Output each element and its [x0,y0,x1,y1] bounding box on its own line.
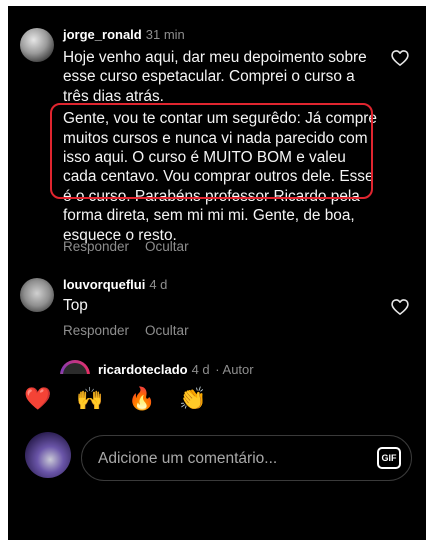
reply-button[interactable]: Responder [63,323,129,338]
comment-paragraph: Top [63,297,88,314]
crying-face-icon[interactable]: 😢 [230,386,258,414]
username[interactable]: jorge_ronald [63,27,142,42]
hide-button[interactable]: Ocultar [145,239,189,254]
username[interactable]: louvorqueflui [63,277,145,292]
comment-header: jorge_ronald 31 min [63,27,185,43]
timestamp: 31 min [145,27,185,42]
comment-text: Top [63,296,379,315]
emoji-reaction-bar: ❤️ 🙌 🔥 👏 😢 😍 😮 😂 [8,374,426,424]
heart-eyes-icon[interactable]: 😍 [282,386,310,414]
raising-hands-icon[interactable]: 🙌 [76,386,104,414]
comment-composer: GIF [8,424,426,540]
comment-input[interactable] [96,444,360,474]
comment-actions: Responder Ocultar [63,239,205,254]
timestamp: 4 d [149,277,168,292]
gif-button[interactable]: GIF [377,447,401,469]
avatar[interactable] [20,278,54,312]
comment-paragraph: Hoje venho aqui, dar meu depoimento sobr… [63,49,367,105]
red-heart-icon[interactable]: ❤️ [24,386,52,414]
laughing-face-icon[interactable]: 😂 [385,386,413,414]
like-heart-icon[interactable] [390,297,410,317]
comments-screen: jorge_ronald 31 min Hoje venho aqui, dar … [8,6,426,540]
reply-button[interactable]: Responder [63,239,129,254]
fire-icon[interactable]: 🔥 [128,386,156,414]
highlight-box [50,103,373,199]
current-user-avatar [25,432,71,478]
surprised-face-icon[interactable]: 😮 [333,386,361,414]
hide-button[interactable]: Ocultar [145,323,189,338]
avatar[interactable] [20,28,54,62]
like-heart-icon[interactable] [390,48,410,68]
clapping-hands-icon[interactable]: 👏 [179,386,207,414]
comment-header: louvorqueflui 4 d [63,277,167,293]
comment-input-container[interactable]: GIF [81,435,412,481]
comment-actions: Responder Ocultar [63,323,205,338]
